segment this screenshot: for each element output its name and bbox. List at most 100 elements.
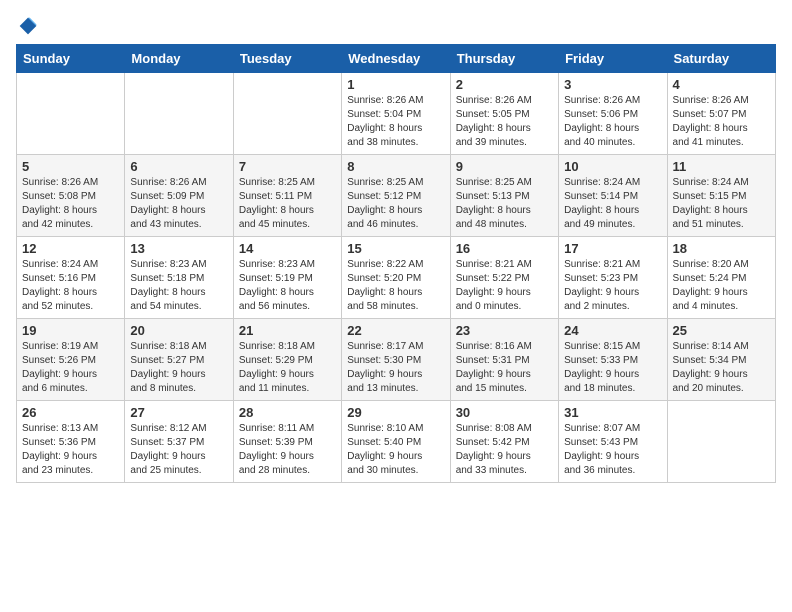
day-number: 20: [130, 323, 227, 338]
day-number: 18: [673, 241, 770, 256]
day-info: Sunrise: 8:16 AM Sunset: 5:31 PM Dayligh…: [456, 340, 553, 396]
day-number: 12: [22, 241, 119, 256]
day-info: Sunrise: 8:26 AM Sunset: 5:06 PM Dayligh…: [564, 94, 661, 150]
weekday-header-sunday: Sunday: [17, 45, 125, 73]
calendar-cell: [233, 73, 341, 155]
calendar-cell: 17 Sunrise: 8:21 AM Sunset: 5:23 PM Dayli…: [559, 237, 667, 319]
calendar-cell: 28Sunrise: 8:11 AM Sunset: 5:39 PM Dayli…: [233, 401, 341, 483]
day-number: 11: [673, 159, 770, 174]
calendar-cell: [17, 73, 125, 155]
calendar-cell: 22 Sunrise: 8:17 AM Sunset: 5:30 PM Dayli…: [342, 319, 450, 401]
weekday-header-thursday: Thursday: [450, 45, 558, 73]
calendar-week-2: 5 Sunrise: 8:26 AM Sunset: 5:08 PM Daylig…: [17, 155, 776, 237]
calendar-cell: 4Sunrise: 8:26 AM Sunset: 5:07 PM Daylig…: [667, 73, 775, 155]
calendar-cell: 27Sunrise: 8:12 AM Sunset: 5:37 PM Dayli…: [125, 401, 233, 483]
calendar-cell: [667, 401, 775, 483]
day-info: Sunrise: 8:17 AM Sunset: 5:30 PM Dayligh…: [347, 340, 444, 396]
day-number: 21: [239, 323, 336, 338]
day-number: 19: [22, 323, 119, 338]
day-info: Sunrise: 8:18 AM Sunset: 5:29 PM Dayligh…: [239, 340, 336, 396]
day-info: Sunrise: 8:25 AM Sunset: 5:11 PM Dayligh…: [239, 176, 336, 232]
day-info: Sunrise: 8:24 AM Sunset: 5:15 PM Dayligh…: [673, 176, 770, 232]
day-number: 29: [347, 405, 444, 420]
calendar-cell: 31Sunrise: 8:07 AM Sunset: 5:43 PM Dayli…: [559, 401, 667, 483]
day-info: Sunrise: 8:08 AM Sunset: 5:42 PM Dayligh…: [456, 422, 553, 478]
calendar-cell: 11 Sunrise: 8:24 AM Sunset: 5:15 PM Dayli…: [667, 155, 775, 237]
calendar-cell: 19 Sunrise: 8:19 AM Sunset: 5:26 PM Dayli…: [17, 319, 125, 401]
day-number: 6: [130, 159, 227, 174]
day-info: Sunrise: 8:21 AM Sunset: 5:22 PM Dayligh…: [456, 258, 553, 314]
day-info: Sunrise: 8:15 AM Sunset: 5:33 PM Dayligh…: [564, 340, 661, 396]
calendar-header-row: SundayMondayTuesdayWednesdayThursdayFrid…: [17, 45, 776, 73]
day-info: Sunrise: 8:26 AM Sunset: 5:09 PM Dayligh…: [130, 176, 227, 232]
calendar-cell: 10 Sunrise: 8:24 AM Sunset: 5:14 PM Dayli…: [559, 155, 667, 237]
day-info: Sunrise: 8:10 AM Sunset: 5:40 PM Dayligh…: [347, 422, 444, 478]
day-info: Sunrise: 8:13 AM Sunset: 5:36 PM Dayligh…: [22, 422, 119, 478]
calendar-cell: 6 Sunrise: 8:26 AM Sunset: 5:09 PM Daylig…: [125, 155, 233, 237]
day-number: 13: [130, 241, 227, 256]
calendar-cell: 24 Sunrise: 8:15 AM Sunset: 5:33 PM Dayli…: [559, 319, 667, 401]
day-number: 9: [456, 159, 553, 174]
calendar-cell: 3 Sunrise: 8:26 AM Sunset: 5:06 PM Daylig…: [559, 73, 667, 155]
day-info: Sunrise: 8:26 AM Sunset: 5:07 PM Dayligh…: [673, 94, 770, 150]
day-number: 5: [22, 159, 119, 174]
calendar-table: SundayMondayTuesdayWednesdayThursdayFrid…: [16, 44, 776, 483]
day-info: Sunrise: 8:18 AM Sunset: 5:27 PM Dayligh…: [130, 340, 227, 396]
day-number: 28: [239, 405, 336, 420]
calendar-cell: 7 Sunrise: 8:25 AM Sunset: 5:11 PM Daylig…: [233, 155, 341, 237]
calendar-cell: 1 Sunrise: 8:26 AM Sunset: 5:04 PM Daylig…: [342, 73, 450, 155]
day-number: 15: [347, 241, 444, 256]
day-info: Sunrise: 8:26 AM Sunset: 5:08 PM Dayligh…: [22, 176, 119, 232]
weekday-header-tuesday: Tuesday: [233, 45, 341, 73]
day-info: Sunrise: 8:21 AM Sunset: 5:23 PM Dayligh…: [564, 258, 661, 314]
calendar-cell: 14Sunrise: 8:23 AM Sunset: 5:19 PM Dayli…: [233, 237, 341, 319]
day-number: 14: [239, 241, 336, 256]
day-info: Sunrise: 8:07 AM Sunset: 5:43 PM Dayligh…: [564, 422, 661, 478]
day-info: Sunrise: 8:25 AM Sunset: 5:12 PM Dayligh…: [347, 176, 444, 232]
day-number: 30: [456, 405, 553, 420]
day-number: 7: [239, 159, 336, 174]
calendar-cell: 20 Sunrise: 8:18 AM Sunset: 5:27 PM Dayli…: [125, 319, 233, 401]
day-info: Sunrise: 8:24 AM Sunset: 5:14 PM Dayligh…: [564, 176, 661, 232]
calendar-cell: [125, 73, 233, 155]
day-info: Sunrise: 8:22 AM Sunset: 5:20 PM Dayligh…: [347, 258, 444, 314]
calendar-cell: 9 Sunrise: 8:25 AM Sunset: 5:13 PM Daylig…: [450, 155, 558, 237]
calendar-cell: 16 Sunrise: 8:21 AM Sunset: 5:22 PM Dayli…: [450, 237, 558, 319]
weekday-header-monday: Monday: [125, 45, 233, 73]
day-number: 23: [456, 323, 553, 338]
calendar-cell: 12 Sunrise: 8:24 AM Sunset: 5:16 PM Dayli…: [17, 237, 125, 319]
weekday-header-saturday: Saturday: [667, 45, 775, 73]
calendar-cell: 8 Sunrise: 8:25 AM Sunset: 5:12 PM Daylig…: [342, 155, 450, 237]
calendar-cell: 26 Sunrise: 8:13 AM Sunset: 5:36 PM Dayli…: [17, 401, 125, 483]
day-info: Sunrise: 8:19 AM Sunset: 5:26 PM Dayligh…: [22, 340, 119, 396]
calendar-cell: 30 Sunrise: 8:08 AM Sunset: 5:42 PM Dayli…: [450, 401, 558, 483]
day-number: 10: [564, 159, 661, 174]
day-info: Sunrise: 8:14 AM Sunset: 5:34 PM Dayligh…: [673, 340, 770, 396]
logo-icon: [18, 16, 38, 36]
day-info: Sunrise: 8:25 AM Sunset: 5:13 PM Dayligh…: [456, 176, 553, 232]
day-info: Sunrise: 8:24 AM Sunset: 5:16 PM Dayligh…: [22, 258, 119, 314]
day-info: Sunrise: 8:26 AM Sunset: 5:05 PM Dayligh…: [456, 94, 553, 150]
calendar-week-4: 19 Sunrise: 8:19 AM Sunset: 5:26 PM Dayli…: [17, 319, 776, 401]
day-number: 26: [22, 405, 119, 420]
day-number: 24: [564, 323, 661, 338]
calendar-week-3: 12 Sunrise: 8:24 AM Sunset: 5:16 PM Dayli…: [17, 237, 776, 319]
day-info: Sunrise: 8:26 AM Sunset: 5:04 PM Dayligh…: [347, 94, 444, 150]
day-number: 2: [456, 77, 553, 92]
calendar-cell: 15 Sunrise: 8:22 AM Sunset: 5:20 PM Dayli…: [342, 237, 450, 319]
day-number: 1: [347, 77, 444, 92]
day-number: 3: [564, 77, 661, 92]
day-number: 27: [130, 405, 227, 420]
calendar-cell: 29 Sunrise: 8:10 AM Sunset: 5:40 PM Dayli…: [342, 401, 450, 483]
day-info: Sunrise: 8:20 AM Sunset: 5:24 PM Dayligh…: [673, 258, 770, 314]
weekday-header-friday: Friday: [559, 45, 667, 73]
day-number: 22: [347, 323, 444, 338]
calendar-cell: 18 Sunrise: 8:20 AM Sunset: 5:24 PM Dayli…: [667, 237, 775, 319]
day-number: 17: [564, 241, 661, 256]
page-header: [16, 16, 776, 36]
day-number: 16: [456, 241, 553, 256]
day-number: 8: [347, 159, 444, 174]
weekday-header-wednesday: Wednesday: [342, 45, 450, 73]
calendar-week-1: 1 Sunrise: 8:26 AM Sunset: 5:04 PM Daylig…: [17, 73, 776, 155]
calendar-cell: 23 Sunrise: 8:16 AM Sunset: 5:31 PM Dayli…: [450, 319, 558, 401]
